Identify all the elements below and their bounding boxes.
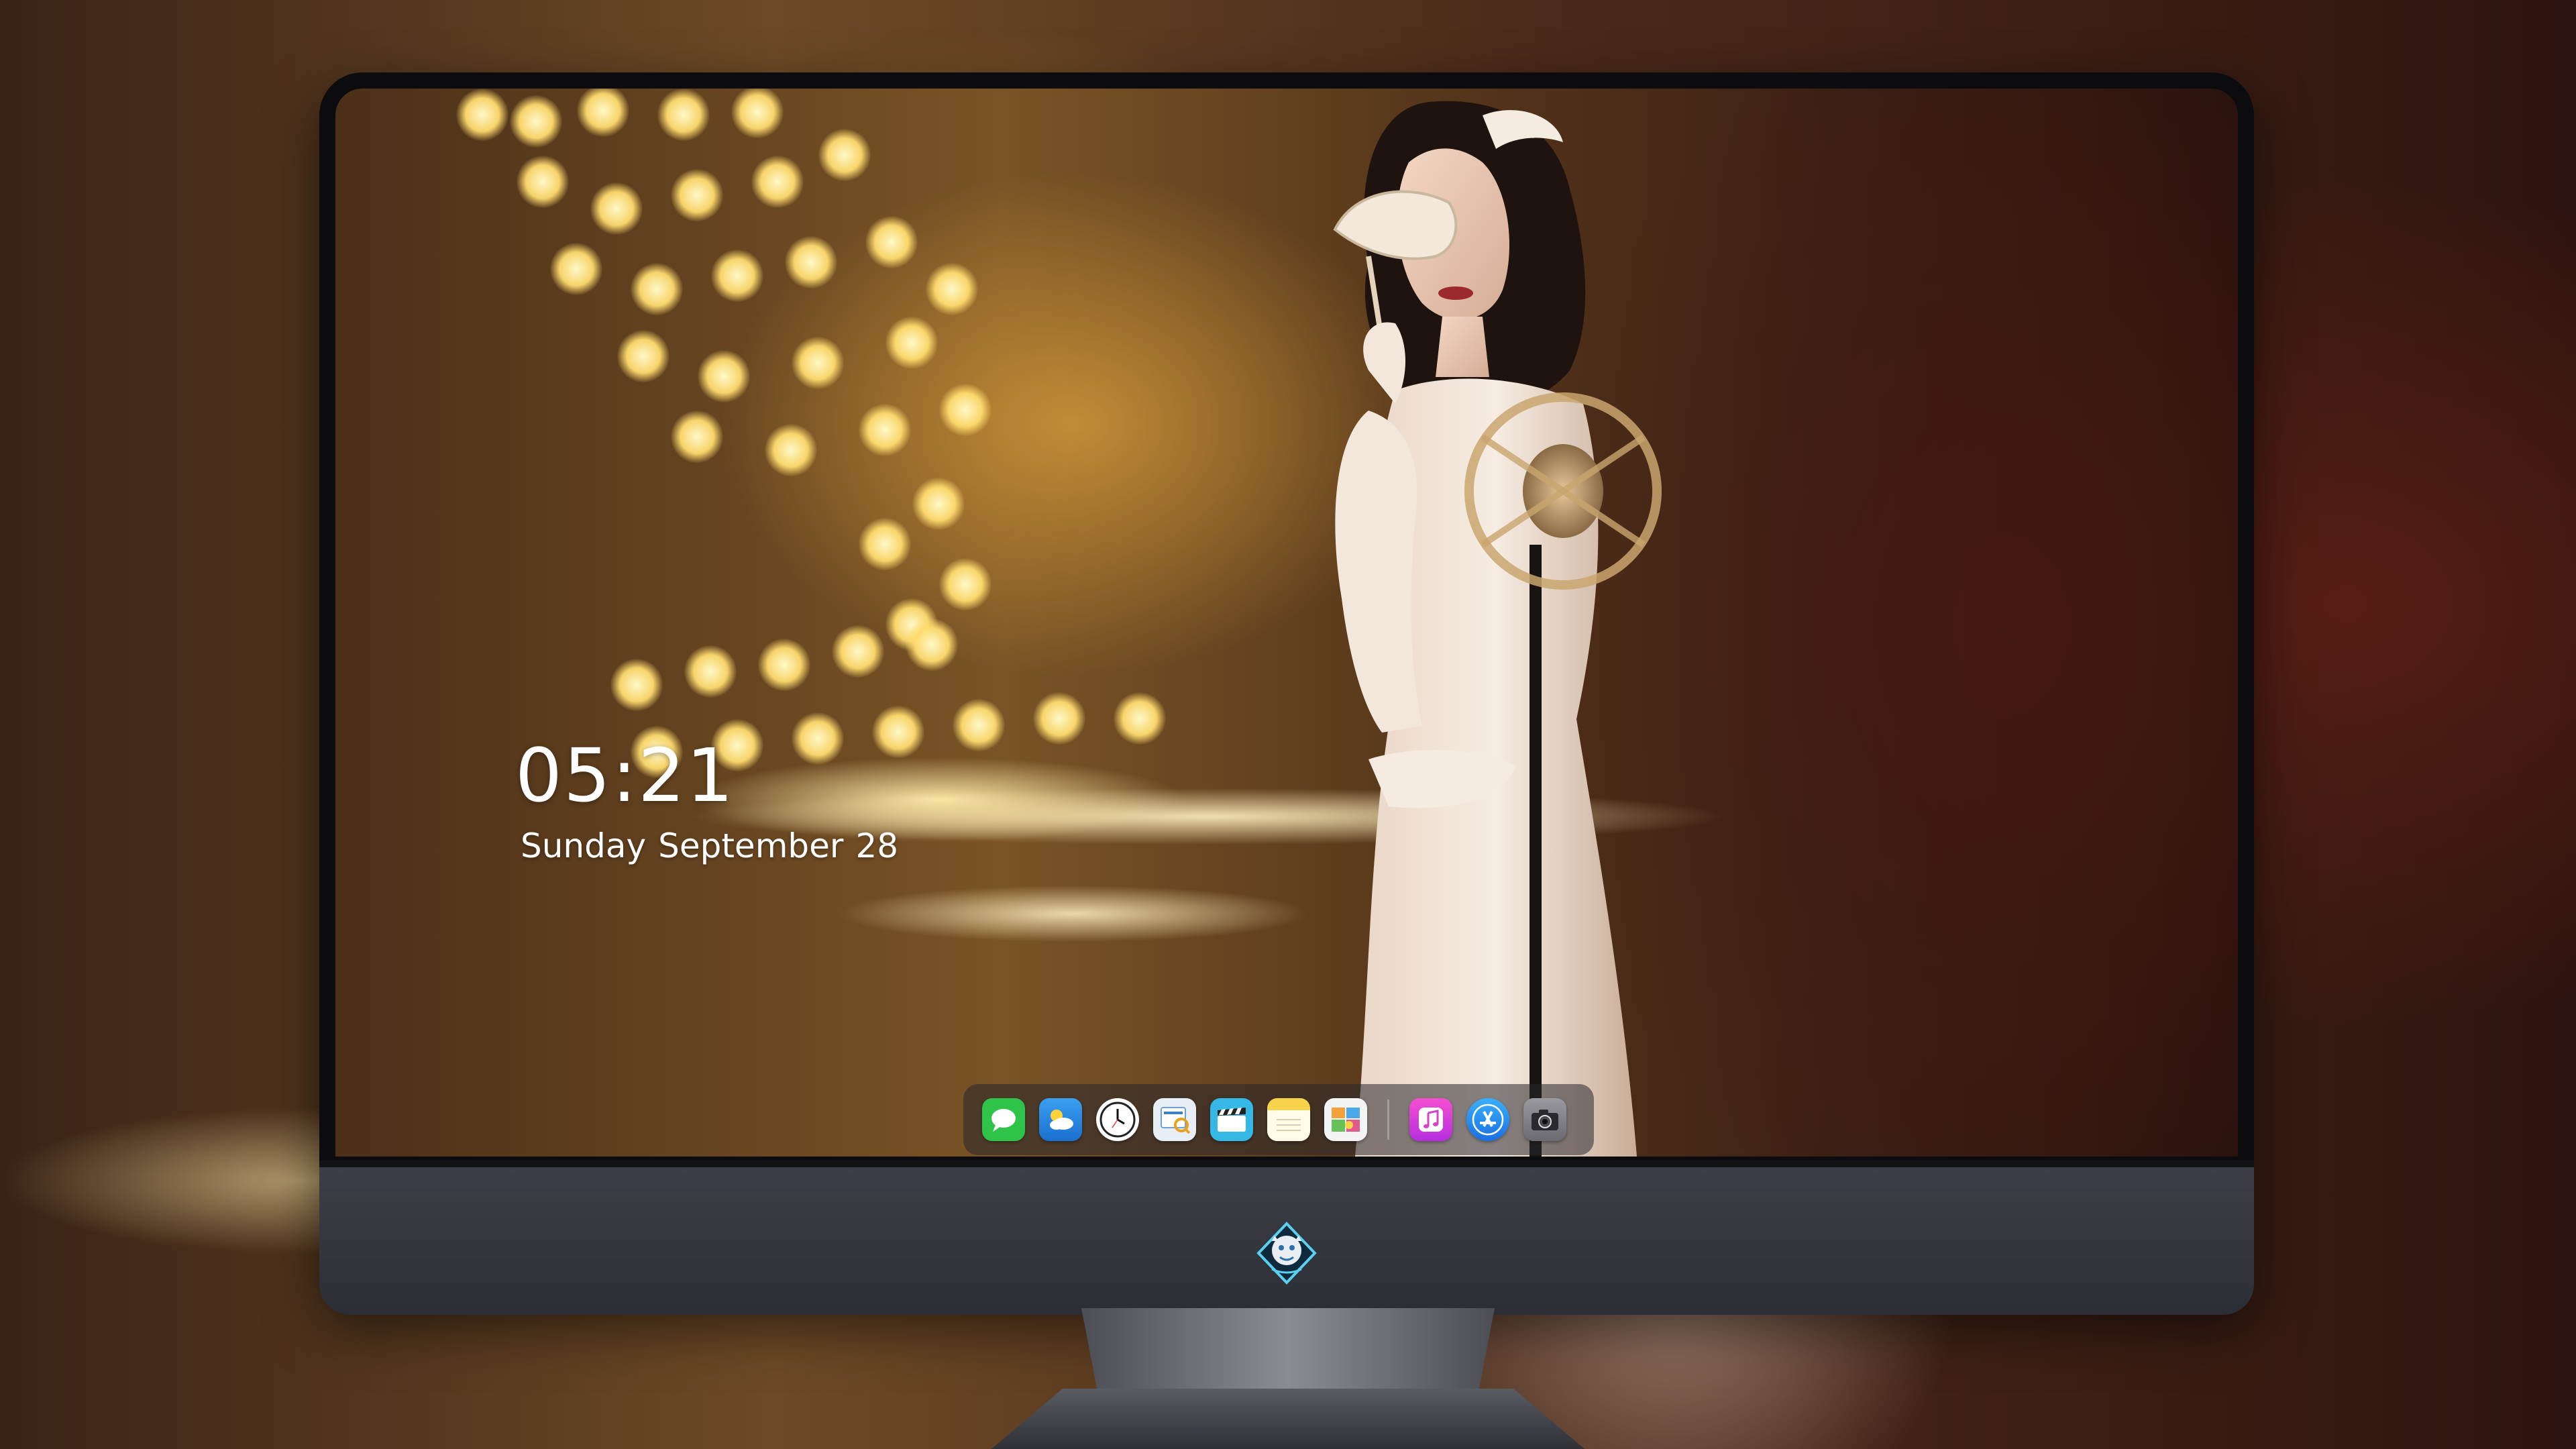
messages-icon[interactable] bbox=[982, 1098, 1025, 1141]
wallpaper-figure bbox=[1333, 101, 1662, 1157]
dragon-logo-icon bbox=[1254, 1221, 1319, 1285]
weather-icon[interactable] bbox=[1039, 1098, 1082, 1141]
date-weekday: Sunday bbox=[521, 826, 647, 865]
monitor-chin bbox=[319, 1161, 2254, 1315]
clapper-icon[interactable] bbox=[1210, 1098, 1253, 1141]
app-dock bbox=[963, 1084, 1594, 1155]
date-day-number: 28 bbox=[855, 826, 899, 865]
lockscreen-time: 05:21 bbox=[515, 733, 735, 818]
monitor-stand-neck bbox=[1081, 1308, 1495, 1394]
preview-icon[interactable] bbox=[1153, 1098, 1196, 1141]
desktop-screen: 05:21 Sunday September 28 bbox=[335, 89, 2238, 1157]
app-store-icon[interactable] bbox=[1466, 1098, 1509, 1141]
clock-icon[interactable] bbox=[1096, 1098, 1139, 1141]
date-month: September bbox=[658, 826, 844, 865]
monitor: 05:21 Sunday September 28 bbox=[319, 72, 2254, 1315]
music-icon[interactable] bbox=[1409, 1098, 1452, 1141]
camera-icon[interactable] bbox=[1523, 1098, 1566, 1141]
notes-icon[interactable] bbox=[1267, 1098, 1310, 1141]
lockscreen-date: Sunday September 28 bbox=[521, 826, 910, 865]
dock-separator bbox=[1387, 1099, 1389, 1140]
monitor-stand-base bbox=[991, 1389, 1585, 1449]
photos-collage-icon[interactable] bbox=[1324, 1098, 1367, 1141]
